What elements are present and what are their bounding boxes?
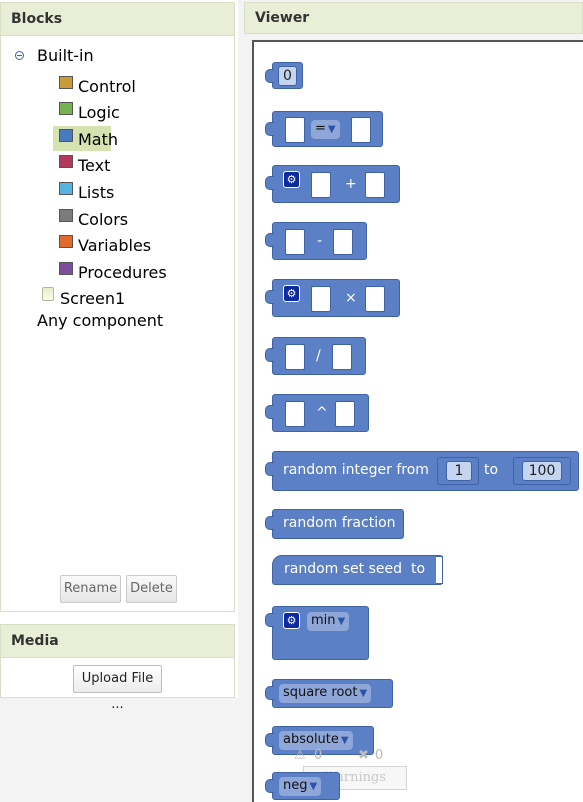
power-block[interactable]: ^ — [265, 394, 369, 432]
warning-count: 0 — [314, 748, 323, 763]
mutator-gear-icon[interactable]: ⚙ — [283, 612, 300, 629]
tree-item-lists[interactable]: Lists — [78, 182, 114, 204]
compare-op-label: = — [315, 121, 326, 136]
from-number-field[interactable]: 1 — [446, 461, 472, 481]
to-label: to — [484, 462, 499, 478]
square-root-block[interactable]: square root ▼ — [265, 679, 393, 708]
absolute-label: absolute — [283, 732, 339, 747]
factor-socket[interactable] — [311, 286, 331, 312]
logic-swatch-icon — [59, 102, 73, 115]
random-fraction-label: random fraction — [283, 515, 396, 531]
add-op-label: + — [345, 176, 357, 192]
neg-label: neg — [283, 778, 308, 793]
divide-op-label: / — [316, 348, 321, 364]
tree-item-procedures[interactable]: Procedures — [78, 262, 167, 284]
error-count: 0 — [375, 748, 384, 763]
divisor-socket[interactable] — [332, 344, 352, 370]
to-number-field[interactable]: 100 — [522, 461, 562, 481]
lists-swatch-icon — [59, 182, 73, 195]
square-root-label: square root — [283, 685, 358, 700]
from-number-block[interactable]: 1 — [437, 457, 479, 485]
dropdown-arrow-icon: ▼ — [327, 124, 336, 135]
media-panel: Media Upload File ... — [0, 624, 235, 712]
min-dropdown[interactable]: min ▼ — [307, 612, 350, 631]
tree-item-colors[interactable]: Colors — [78, 209, 128, 231]
compare-block[interactable]: = ▼ — [265, 111, 383, 147]
seed-to-label: to — [411, 561, 426, 577]
mutator-gear-icon[interactable]: ⚙ — [283, 285, 300, 302]
exponent-socket[interactable] — [335, 401, 355, 427]
viewer-title: Viewer — [244, 2, 583, 34]
subtract-op-label: - — [317, 233, 323, 249]
subtract-block[interactable]: - — [265, 222, 367, 260]
delete-button[interactable]: Delete — [126, 575, 177, 603]
compare-op-dropdown[interactable]: = ▼ — [311, 120, 340, 139]
min-block[interactable]: ⚙ min ▼ — [265, 606, 369, 660]
seed-socket[interactable] — [436, 556, 443, 584]
neg-dropdown[interactable]: neg ▼ — [279, 777, 322, 796]
subtrahend-socket[interactable] — [333, 229, 353, 255]
dropdown-arrow-icon: ▼ — [309, 781, 318, 792]
dropdown-arrow-icon: ▼ — [340, 735, 349, 746]
min-label: min — [311, 613, 336, 628]
math-swatch-icon — [59, 129, 73, 142]
random-set-seed-label: random set seed — [284, 561, 403, 577]
left-operand-socket[interactable] — [285, 117, 305, 143]
control-swatch-icon — [59, 76, 73, 89]
right-operand-socket[interactable] — [351, 117, 371, 143]
random-set-seed-block[interactable]: random set seed to — [272, 555, 443, 585]
warning-icon: ⚠ — [294, 748, 306, 763]
tree-item-logic[interactable]: Logic — [78, 102, 120, 124]
random-integer-block[interactable]: random integer from 1 to 100 — [265, 451, 579, 491]
dropdown-arrow-icon: ▼ — [359, 688, 368, 699]
addend-socket[interactable] — [365, 172, 385, 198]
add-block[interactable]: ⚙ + — [265, 165, 400, 203]
random-fraction-block[interactable]: random fraction — [265, 509, 404, 539]
rename-button[interactable]: Rename — [60, 575, 121, 603]
dividend-socket[interactable] — [285, 344, 305, 370]
collapse-icon[interactable] — [15, 51, 24, 60]
tree-item-control[interactable]: Control — [78, 76, 136, 98]
power-op-label: ^ — [316, 405, 328, 421]
divide-block[interactable]: / — [265, 337, 366, 375]
tree-item-screen1[interactable]: Screen1 — [60, 288, 125, 310]
square-root-dropdown[interactable]: square root ▼ — [279, 684, 372, 703]
tree-item-any-component[interactable]: Any component — [37, 310, 163, 332]
procedures-swatch-icon — [59, 262, 73, 275]
blocks-panel-title: Blocks — [1, 3, 234, 36]
media-panel-title: Media — [1, 625, 234, 658]
number-block[interactable]: 0 — [265, 62, 303, 89]
addend-socket[interactable] — [311, 172, 331, 198]
error-icon: ✖ — [358, 748, 369, 763]
tree-item-built-in[interactable]: Built-in — [37, 45, 94, 67]
text-swatch-icon — [59, 155, 73, 168]
dropdown-arrow-icon: ▼ — [337, 616, 346, 627]
colors-swatch-icon — [59, 209, 73, 222]
to-number-block[interactable]: 100 — [513, 457, 571, 485]
tree-item-variables[interactable]: Variables — [78, 235, 151, 257]
factor-socket[interactable] — [365, 286, 385, 312]
tree-item-math[interactable]: Math — [78, 129, 118, 151]
minuend-socket[interactable] — [285, 229, 305, 255]
screen-icon — [42, 287, 54, 301]
multiply-block[interactable]: ⚙ × — [265, 279, 400, 317]
neg-block[interactable]: neg ▼ — [265, 772, 340, 800]
multiply-op-label: × — [345, 290, 357, 306]
number-field[interactable]: 0 — [278, 66, 297, 86]
variables-swatch-icon — [59, 235, 73, 248]
tree-item-text[interactable]: Text — [78, 155, 110, 177]
upload-file-button[interactable]: Upload File ... — [73, 665, 162, 712]
mutator-gear-icon[interactable]: ⚙ — [283, 171, 300, 188]
base-socket[interactable] — [285, 401, 305, 427]
random-integer-label: random integer from — [283, 462, 429, 478]
blocks-panel: Blocks Built-in Control Logic Math Text … — [0, 2, 235, 612]
